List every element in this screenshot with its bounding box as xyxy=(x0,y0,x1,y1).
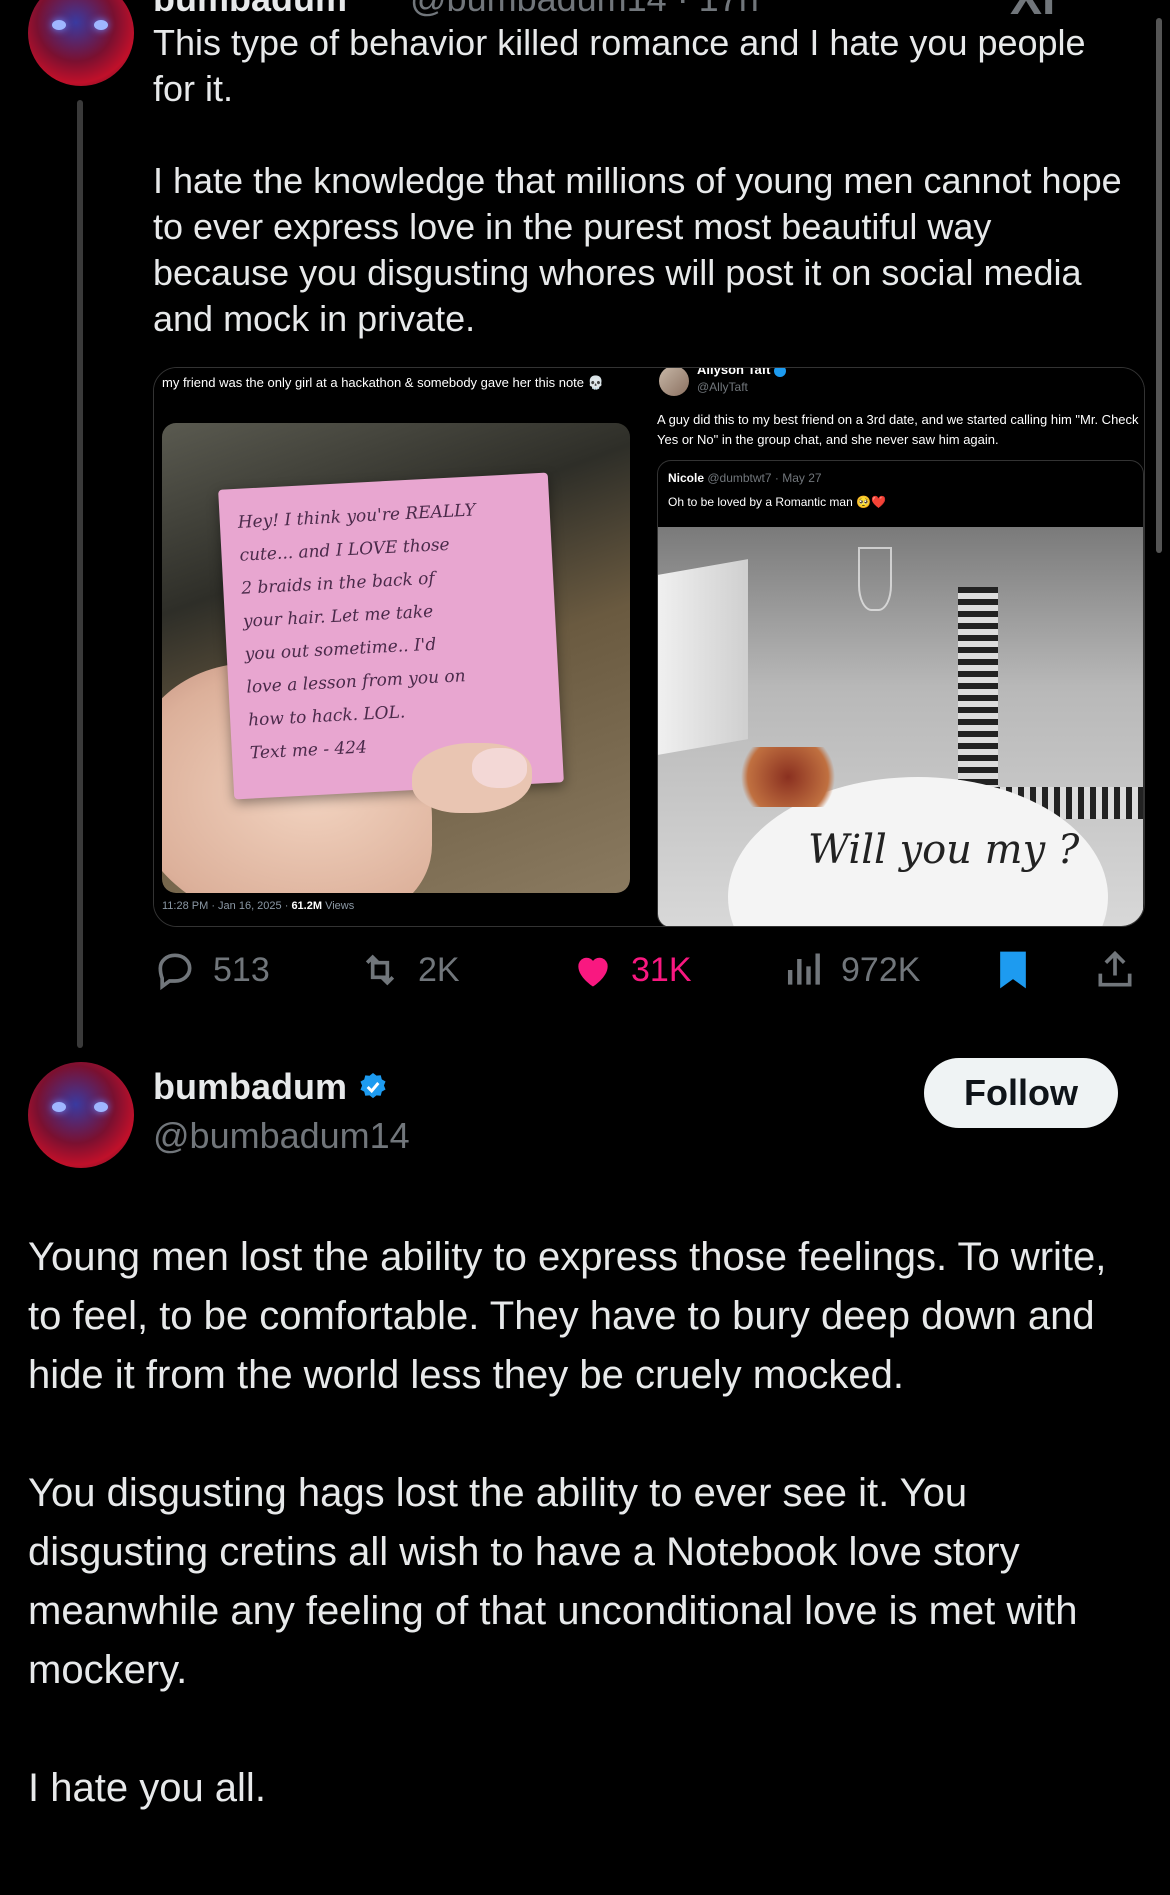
note-photo: Hey! I think you're REALLY cute... and I… xyxy=(162,423,630,893)
reply-button[interactable]: 513 xyxy=(153,942,270,998)
heart-icon xyxy=(578,957,608,987)
repost-icon xyxy=(365,954,395,986)
thread-line xyxy=(77,100,83,1048)
author-handle[interactable]: @bumbadum14 xyxy=(153,1115,410,1157)
media-right-image[interactable]: Allyson Taft @AllyTaft A guy did this to… xyxy=(657,368,1144,926)
dessert-shape xyxy=(728,747,848,807)
media-attachment[interactable]: my friend was the only girl at a hackath… xyxy=(153,367,1145,927)
prev-author-name[interactable]: bumbadum xyxy=(153,0,347,20)
media-views-number: 61.2M xyxy=(291,900,323,912)
views-button[interactable]: 972K xyxy=(781,942,920,998)
share-button[interactable] xyxy=(1093,942,1153,998)
prev-post-text: This type of behavior killed romance and… xyxy=(153,22,1122,339)
quote-avatar xyxy=(659,368,689,396)
prev-author-handle[interactable]: @bumbadum14 · 17h xyxy=(410,0,759,20)
note-handwriting: Hey! I think you're REALLY cute... and I… xyxy=(237,500,477,764)
scrollbar[interactable] xyxy=(1156,18,1162,553)
bookmark-button[interactable] xyxy=(991,942,1051,998)
like-count: 31K xyxy=(631,950,692,989)
author-name[interactable]: bumbadum xyxy=(153,1066,389,1108)
inner-head: Nicole @dumbtwt7 · May 27 xyxy=(668,471,822,485)
dinner-photo: Will you my ? xyxy=(658,527,1143,926)
thumbnail-nail xyxy=(472,748,527,788)
verified-badge-icon xyxy=(360,1073,386,1099)
inner-quote-card: Nicole @dumbtwt7 · May 27 Oh to be loved… xyxy=(657,460,1144,926)
like-button[interactable]: 31K xyxy=(571,942,692,998)
main-post-text: Young men lost the ability to express th… xyxy=(28,1235,1107,1810)
views-count: 972K xyxy=(841,950,921,989)
repost-count: 2K xyxy=(418,950,460,989)
media-left-caption: my friend was the only girl at a hackath… xyxy=(162,375,604,390)
reply-count: 513 xyxy=(213,950,270,989)
reply-icon xyxy=(158,953,192,991)
quote-handle: @AllyTaft xyxy=(697,380,748,394)
views-icon xyxy=(787,953,820,985)
share-icon xyxy=(1098,950,1132,987)
quote-name: Allyson Taft xyxy=(697,368,787,377)
verified-badge-icon xyxy=(774,368,787,377)
bookmark-icon xyxy=(1000,951,1026,989)
quote-text: A guy did this to my best friend on a 3r… xyxy=(657,412,1139,447)
plate-writing: Will you my ? xyxy=(808,827,1080,873)
glass-shape xyxy=(858,547,892,611)
media-timestamp: 11:28 PM · Jan 16, 2025 · 61.2M Views xyxy=(162,900,355,912)
action-bar: 513 2K 31K 972K xyxy=(153,942,1143,998)
follow-button[interactable]: Follow xyxy=(924,1058,1118,1128)
inner-text: Oh to be loved by a Romantic man 🥺❤️ xyxy=(668,495,886,509)
svg-text:XI: XI xyxy=(1010,0,1055,20)
media-left-image[interactable]: my friend was the only girl at a hackath… xyxy=(154,368,657,926)
repost-button[interactable]: 2K xyxy=(358,942,460,998)
tray-shape xyxy=(658,559,748,755)
avatar-main[interactable] xyxy=(28,1062,134,1168)
avatar-prev[interactable] xyxy=(28,0,134,86)
